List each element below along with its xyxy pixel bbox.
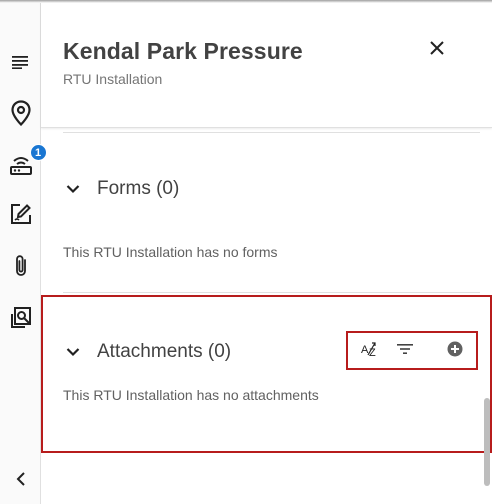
add-attachment-button[interactable]: [437, 336, 473, 366]
paperclip-icon: [14, 254, 28, 278]
list-icon: [11, 55, 30, 69]
page-title: Kendal Park Pressure: [63, 38, 303, 64]
rail-list-button[interactable]: [0, 44, 41, 80]
page-subtitle: RTU Installation: [63, 71, 163, 87]
filter-icon: [397, 342, 413, 360]
attachments-highlight: [41, 295, 492, 453]
forms-empty-message: This RTU Installation has no forms: [63, 244, 278, 260]
attachments-section-header[interactable]: Attachments (0): [63, 341, 231, 363]
sort-az-icon: AZ: [361, 341, 379, 362]
location-pin-icon: [10, 100, 31, 126]
rail-collapse-button[interactable]: [0, 461, 41, 497]
chevron-left-icon: [16, 472, 26, 486]
sort-button[interactable]: AZ: [352, 336, 388, 366]
rail-rtu-button[interactable]: 1: [0, 144, 47, 182]
side-rail: 1: [0, 0, 47, 504]
edit-form-icon: [10, 203, 32, 225]
rtu-icon: 1: [9, 144, 47, 176]
forms-section-title: Forms (0): [97, 178, 180, 199]
attachments-toolbar: AZ: [346, 331, 478, 370]
rail-location-button[interactable]: [0, 95, 41, 131]
section-divider: [63, 292, 480, 293]
close-icon: [429, 40, 445, 61]
rail-edit-button[interactable]: [0, 196, 41, 232]
forms-section-header[interactable]: Forms (0): [63, 178, 179, 200]
details-panel: Kendal Park Pressure RTU Installation Fo…: [41, 0, 492, 504]
panel-header: Kendal Park Pressure RTU Installation: [41, 0, 492, 128]
add-circle-icon: [447, 341, 463, 362]
attachments-empty-message: This RTU Installation has no attachments: [63, 387, 319, 403]
section-divider: [63, 132, 480, 133]
filter-button[interactable]: [387, 336, 423, 366]
attachments-section-title: Attachments (0): [97, 341, 232, 362]
rail-attachments-button[interactable]: [0, 248, 41, 284]
close-button[interactable]: [421, 34, 453, 66]
chevron-down-icon: [63, 342, 83, 362]
scrollbar-thumb[interactable]: [484, 398, 490, 486]
rail-search-button[interactable]: [0, 300, 41, 336]
search-document-icon: [9, 306, 33, 330]
top-shadow: [0, 0, 492, 3]
chevron-down-icon: [63, 179, 83, 199]
